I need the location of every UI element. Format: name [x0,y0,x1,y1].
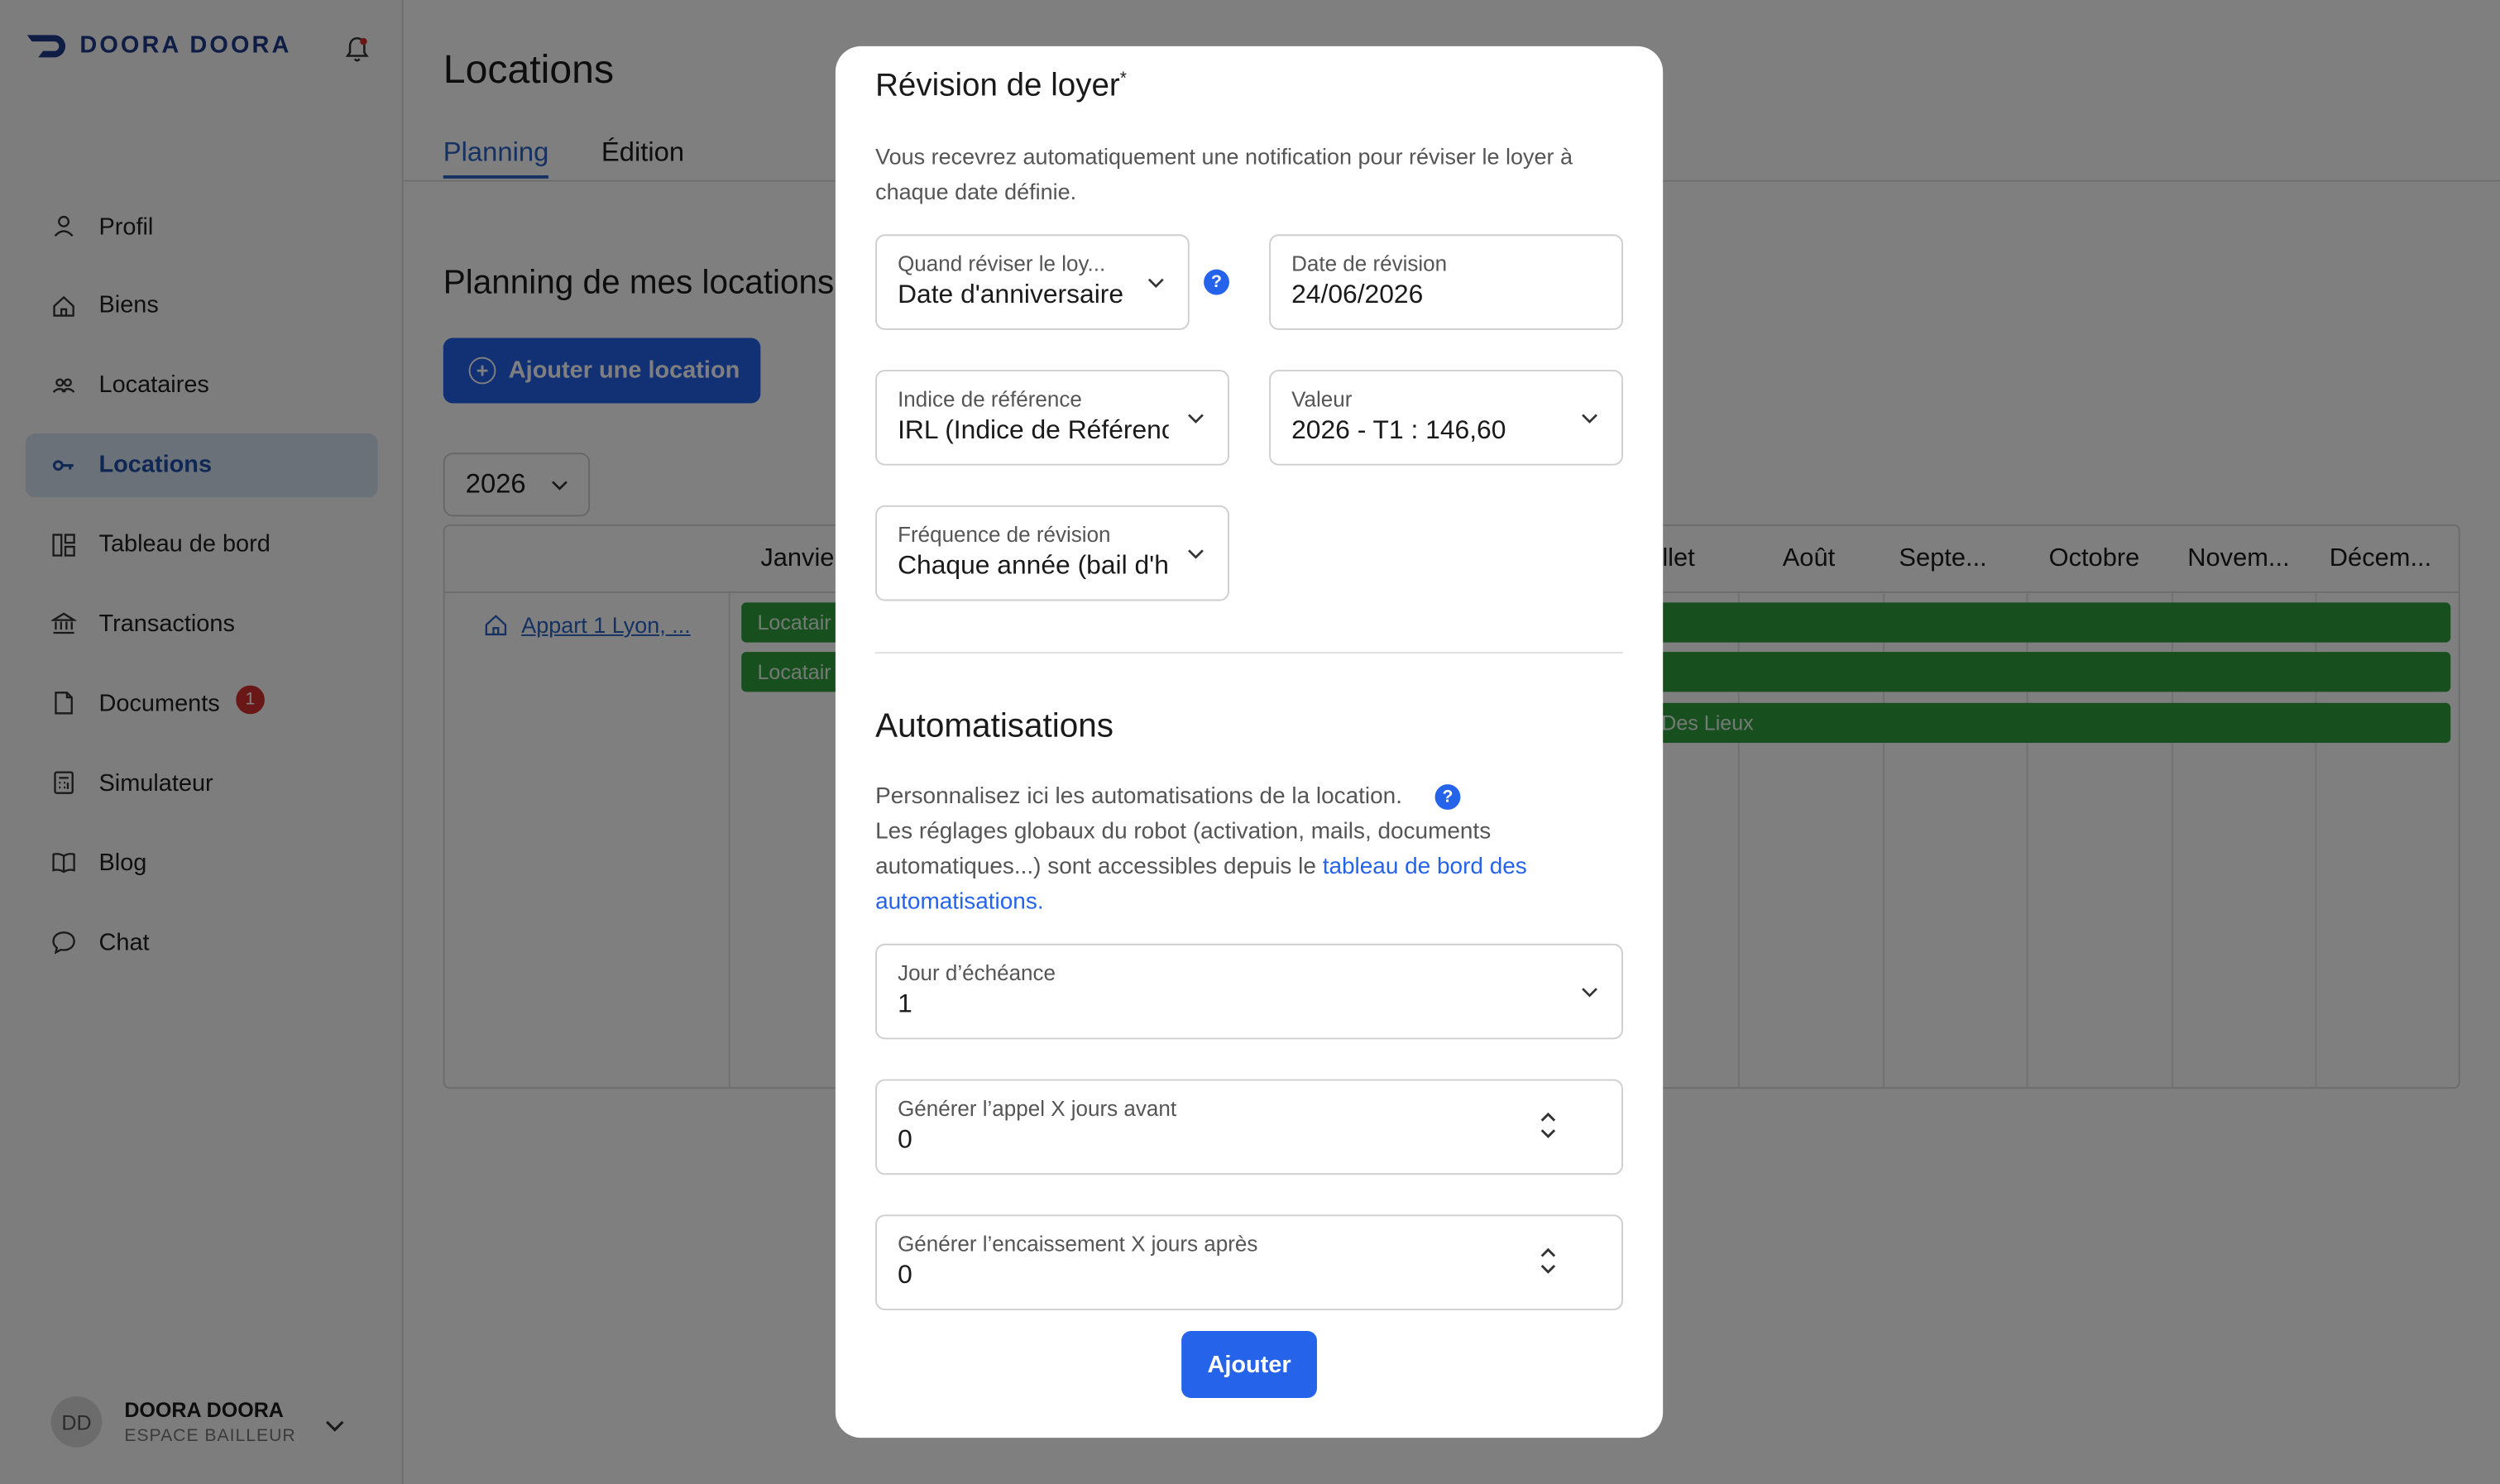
field-label: Valeur [1291,387,1353,412]
revision-frequency-select[interactable]: Fréquence de révision Chaque année (bail… [875,505,1229,601]
field-value: Date d'anniversaire [898,280,1124,309]
field-label: Indice de référence [898,387,1082,412]
help-icon[interactable]: ? [1204,269,1229,295]
field-label: Jour d’échéance [898,960,1056,985]
field-value: 0 [898,1125,912,1155]
stepper-arrows-icon[interactable] [1537,1106,1559,1144]
chevron-down-icon [1582,414,1597,424]
field-label: Générer l’encaissement X jours après [898,1232,1258,1257]
reference-index-select[interactable]: Indice de référence IRL (Indice de Référ… [875,370,1229,466]
add-button[interactable]: Ajouter [1181,1331,1317,1398]
field-label: Fréquence de révision [898,523,1111,547]
help-icon[interactable]: ? [1434,784,1461,810]
call-days-before-input[interactable]: Générer l’appel X jours avant 0 [875,1079,1623,1175]
field-value: 2026 - T1 : 146,60 [1291,415,1506,445]
index-value-select[interactable]: Valeur 2026 - T1 : 146,60 [1269,370,1623,466]
modal-title: Révision de loyer* [875,69,1127,105]
chevron-down-icon [1147,278,1164,289]
field-value: 1 [898,989,912,1019]
chevron-down-icon [1188,549,1204,559]
field-value: 24/06/2026 [1291,280,1424,309]
section-divider [875,652,1623,654]
field-label: Date de révision [1291,251,1448,276]
field-value: Chaque année (bail d'h [898,551,1169,581]
modal-description: Vous recevrez automatiquement une notifi… [875,143,1573,204]
chevron-down-icon [1188,414,1204,424]
field-value: IRL (Indice de Référenc [898,415,1169,445]
revision-timing-select[interactable]: Quand réviser le loy... Date d'anniversa… [875,234,1190,330]
field-label: Générer l’appel X jours avant [898,1096,1177,1121]
collection-days-after-input[interactable]: Générer l’encaissement X jours après 0 [875,1214,1623,1310]
field-value: 0 [898,1261,912,1290]
chevron-down-icon [1582,988,1597,998]
automations-intro: Personnalisez ici les automatisations de… [875,784,1403,810]
modal-title-text: Révision de loyer [875,68,1120,104]
required-mark: * [1119,69,1128,89]
field-label: Quand réviser le loy... [898,251,1106,276]
revision-date-field[interactable]: Date de révision 24/06/2026 [1269,234,1623,330]
app-window: DOORA DOORA Profil Biens Locataires Loca… [0,0,2500,1484]
automations-title: Automatisations [875,707,1114,744]
due-day-select[interactable]: Jour d’échéance 1 [875,943,1623,1040]
stepper-arrows-icon[interactable] [1537,1242,1559,1280]
automations-description: Personnalisez ici les automatisations de… [875,779,1625,920]
rent-revision-modal: Révision de loyer* Vous recevrez automat… [835,45,1664,1439]
